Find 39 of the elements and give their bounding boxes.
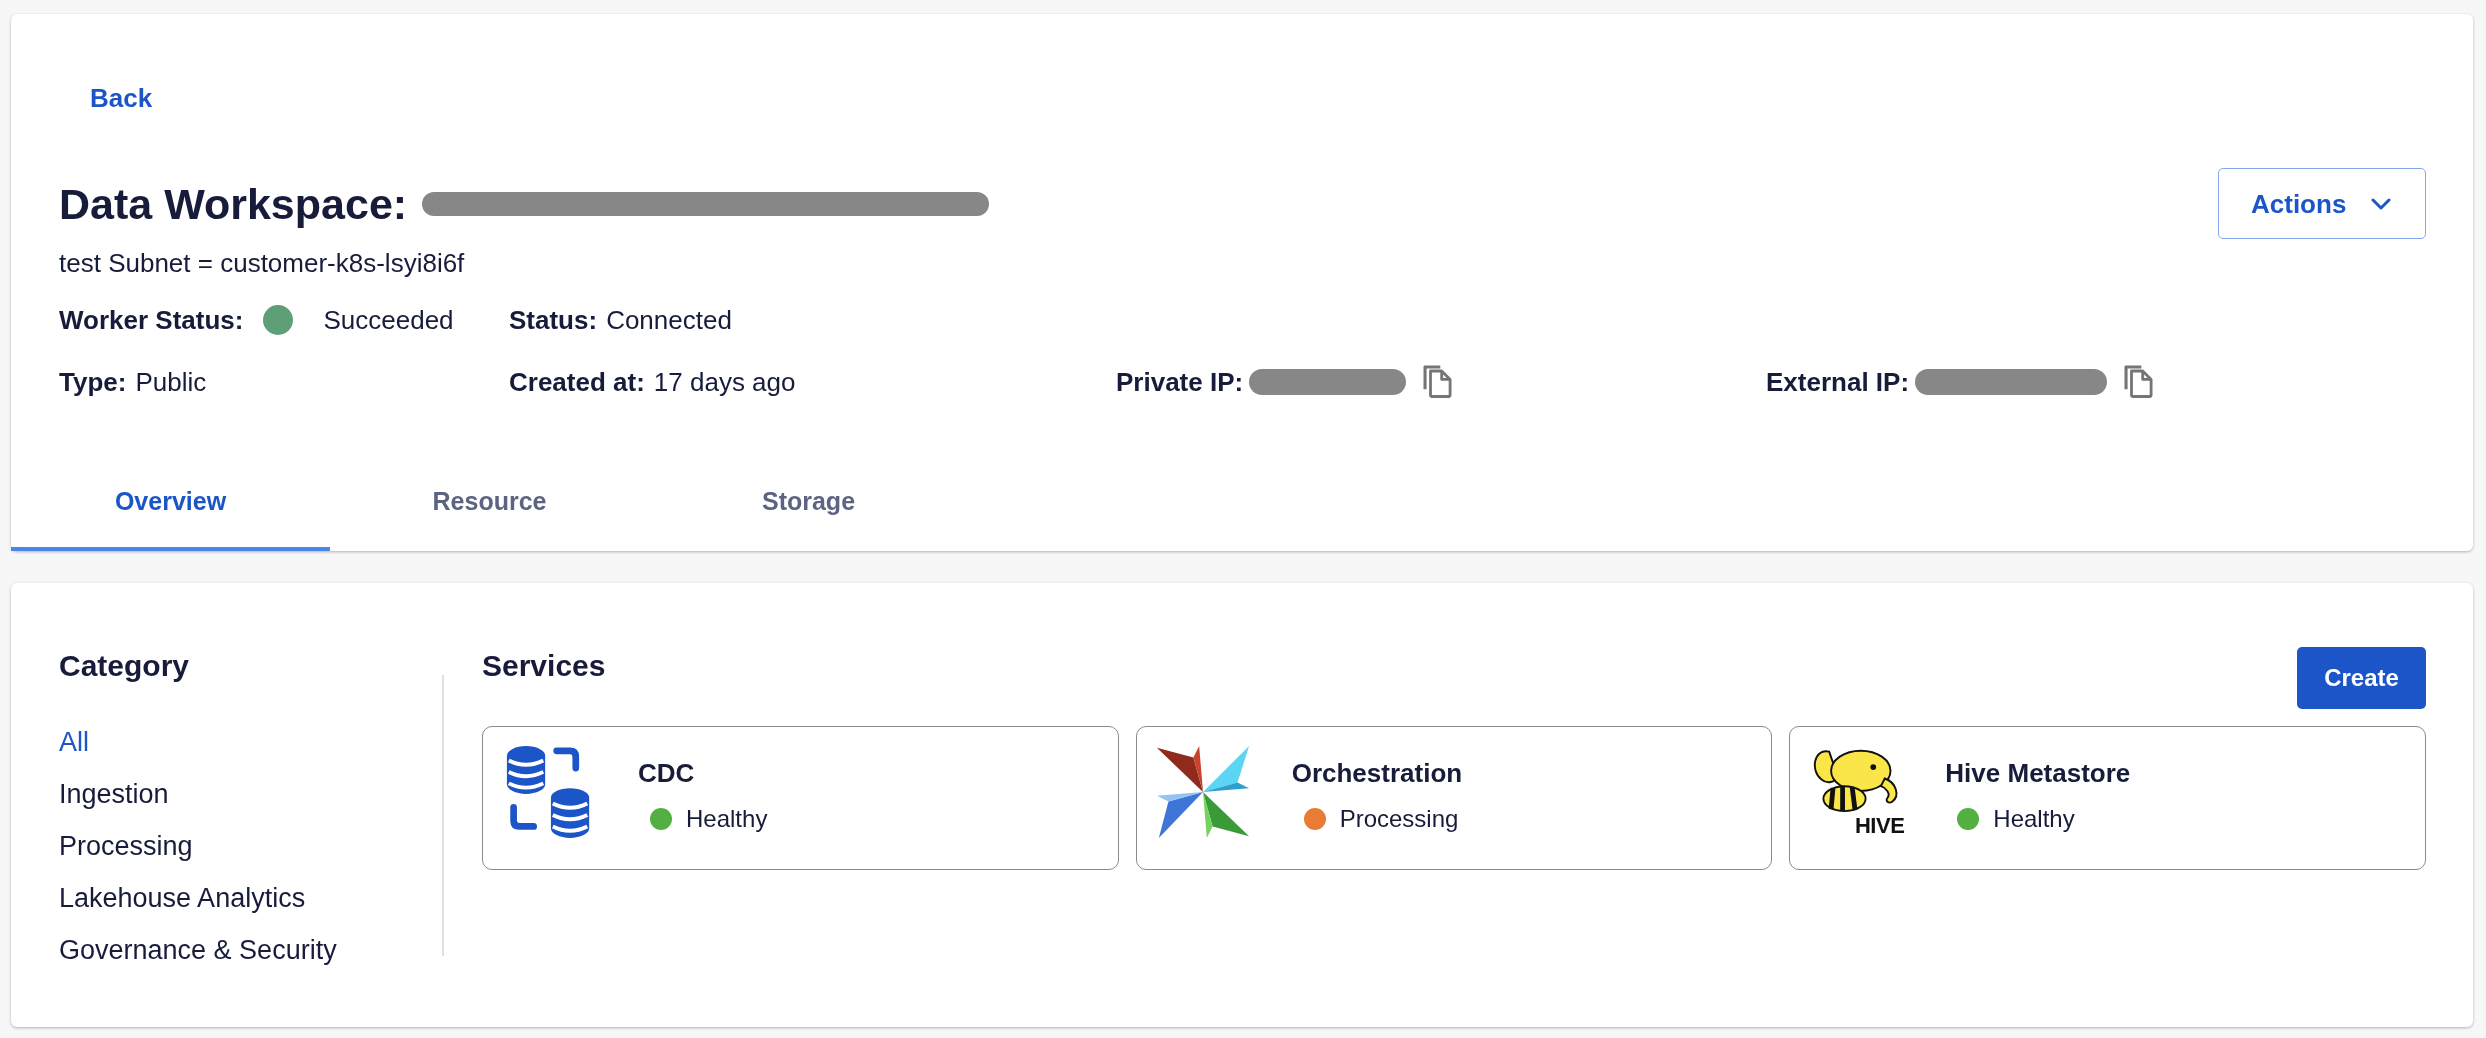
- field-label: Worker Status:: [59, 304, 244, 335]
- chevron-down-icon: [2371, 197, 2392, 210]
- field-value: Connected: [606, 304, 732, 335]
- service-card[interactable]: Orchestration Processing: [1135, 726, 1773, 870]
- service-name: CDC: [638, 757, 696, 789]
- category-heading: Category: [59, 648, 191, 684]
- page-title: Data Workspace:: [59, 178, 408, 229]
- create-button[interactable]: Create: [2297, 647, 2426, 709]
- service-status: Healthy: [1993, 804, 2075, 834]
- field-label: Type:: [59, 366, 127, 397]
- tab[interactable]: Storage: [649, 455, 968, 551]
- field-value: Succeeded: [323, 304, 454, 335]
- category-item[interactable]: Lakehouse Analytics: [59, 872, 306, 924]
- subnet-text: test Subnet = customer-k8s-lsyi8i6f: [59, 248, 466, 278]
- field-label: Created at:: [509, 366, 645, 397]
- tab[interactable]: Overview: [11, 455, 330, 551]
- tab[interactable]: Resource: [330, 455, 649, 551]
- field-value: 17 days ago: [653, 366, 796, 397]
- status-dot-icon: [263, 304, 294, 335]
- service-card[interactable]: CDC Healthy: [482, 726, 1119, 870]
- category-item[interactable]: All: [59, 716, 89, 768]
- copy-icon[interactable]: [1422, 364, 1454, 399]
- category-item[interactable]: Ingestion: [59, 768, 169, 820]
- field-value: Public: [135, 366, 207, 397]
- field-label: External IP:: [1766, 366, 1910, 397]
- services-heading: Services: [482, 648, 606, 684]
- field-label: Status:: [509, 304, 598, 335]
- service-name: Orchestration: [1291, 757, 1463, 789]
- copy-icon[interactable]: [2123, 364, 2155, 399]
- actions-button[interactable]: Actions: [2218, 168, 2426, 239]
- category-item[interactable]: Processing: [59, 820, 193, 872]
- service-status: Healthy: [686, 804, 768, 834]
- category-item[interactable]: Governance & Security: [59, 924, 337, 976]
- service-name: Hive Metastore: [1945, 757, 2131, 789]
- back-link[interactable]: Back: [82, 77, 161, 119]
- service-status: Processing: [1339, 804, 1459, 834]
- logo-wordmark: HIVE: [1854, 814, 1905, 838]
- service-card[interactable]: HIVE Hive Metastore Healthy: [1789, 726, 2426, 870]
- field-label: Private IP:: [1116, 366, 1244, 397]
